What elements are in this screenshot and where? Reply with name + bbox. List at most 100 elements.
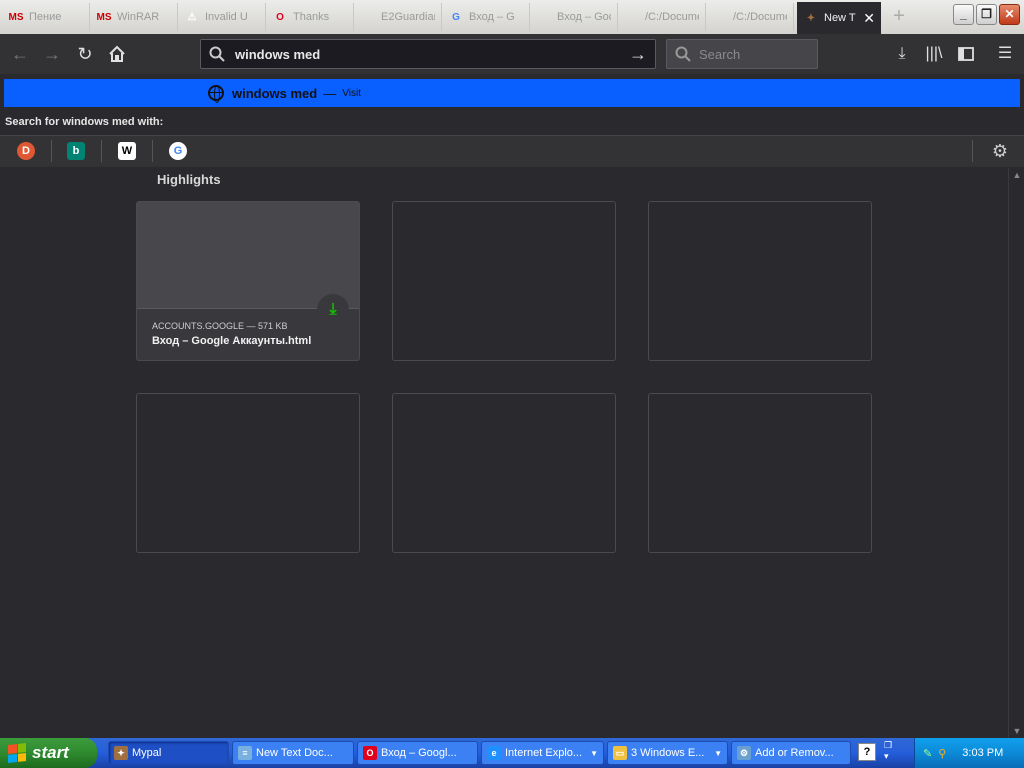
tray-network-icon[interactable]: ✎ <box>923 747 932 760</box>
suggestion-text: windows med <box>232 85 318 101</box>
taskbar-app-icon: ▭ <box>613 746 627 760</box>
hamburger-menu-icon: ☰ <box>997 45 1013 62</box>
new-tab-page: Highlights ⤓ ACCOUNTS.GOOGLE — 571 KB Вх… <box>0 168 1008 738</box>
taskbar-app-icon: ✦ <box>114 746 128 760</box>
back-button[interactable]: ← <box>8 42 32 66</box>
highlight-card[interactable]: ⤓ ACCOUNTS.GOOGLE — 571 KB Вход – Google… <box>136 201 360 361</box>
taskbar-label: Internet Explo... <box>505 747 583 759</box>
taskbar-label: Add or Remov... <box>755 747 834 759</box>
search-bar[interactable] <box>666 39 818 69</box>
forward-button[interactable]: → <box>40 42 64 66</box>
download-badge-icon: ⤓ <box>317 294 349 326</box>
browser-tab[interactable]: E2Guardian <box>354 3 442 31</box>
card-title: Вход – Google Аккаунты.html <box>152 335 312 347</box>
browser-tab[interactable]: MS Пение <box>2 3 90 31</box>
taskbar-label: New Text Doc... <box>256 747 333 759</box>
url-input-value[interactable]: windows med <box>235 47 320 62</box>
search-icon <box>675 46 691 62</box>
download-icon: ⤓ <box>898 45 906 62</box>
empty-card <box>392 393 616 553</box>
chevron-down-icon: ▼ <box>590 748 598 758</box>
card-meta: ACCOUNTS.GOOGLE — 571 KB <box>152 321 288 331</box>
scroll-down-icon[interactable]: ▼ <box>1011 726 1023 736</box>
browser-tab[interactable]: ✦ New T ✕ <box>797 2 881 34</box>
tab-label: Пение <box>29 11 62 23</box>
browser-tab[interactable]: /C:/Documen <box>706 3 794 31</box>
nav-toolbar: ← → ↻ windows med → ⤓ |||\ ☰ <box>0 34 1024 74</box>
restore-button[interactable]: ❐ <box>976 4 997 25</box>
browser-tab[interactable]: ⚠ Invalid U <box>178 3 266 31</box>
suggestion-dash: — <box>323 85 337 101</box>
taskbar-label: 3 Windows E... <box>631 747 705 759</box>
tab-label: /C:/Documen <box>733 11 787 23</box>
search-with-label: Search for windows med with: <box>5 116 164 128</box>
wikipedia-engine-icon[interactable]: W <box>118 142 136 160</box>
engine-separator <box>152 140 153 162</box>
search-input[interactable] <box>699 46 809 62</box>
start-label: start <box>32 743 69 762</box>
taskbar-button[interactable]: O Вход – Googl... <box>357 741 478 765</box>
suggestion-row[interactable]: windows med — Visit <box>4 79 1020 107</box>
url-bar[interactable]: windows med → <box>200 39 656 69</box>
downloads-button[interactable]: ⤓ <box>890 42 914 66</box>
system-tray: ✎ ⚲ 3:03 PM <box>914 738 1024 768</box>
taskbar-app-icon: ≡ <box>238 746 252 760</box>
tray-search-icon[interactable]: ⚲ <box>938 747 946 760</box>
help-icon[interactable]: ? <box>858 743 876 761</box>
tab-favicon-icon <box>712 9 728 25</box>
search-engines-bar: Db W G ⚙ <box>0 135 1024 167</box>
taskbar-app-icon: O <box>363 746 377 760</box>
tab-label: New T <box>824 12 856 24</box>
taskbar-button[interactable]: ▭ 3 Windows E... ▼ <box>607 741 728 765</box>
tab-label: E2Guardian <box>381 11 435 23</box>
tab-label: /C:/Documen <box>645 11 699 23</box>
taskbar-button[interactable]: ⚙ Add or Remov... <box>731 741 851 765</box>
home-icon <box>109 45 125 62</box>
start-button[interactable]: start <box>0 738 97 768</box>
taskbar-button[interactable]: ✦ Mypal <box>108 741 229 765</box>
chevron-down-icon: ▼ <box>714 748 722 758</box>
new-tab-button[interactable]: + <box>886 5 912 29</box>
browser-tab[interactable]: G Вход – G <box>442 3 530 31</box>
reload-button[interactable]: ↻ <box>73 42 97 66</box>
tab-favicon-icon <box>360 9 376 25</box>
tab-favicon-icon <box>536 9 552 25</box>
scroll-up-icon[interactable]: ▲ <box>1011 170 1023 180</box>
go-arrow-icon[interactable]: → <box>629 44 647 65</box>
tab-favicon-icon: MS <box>96 11 112 23</box>
taskbar-label: Вход – Googl... <box>381 747 457 759</box>
restore-small-icon[interactable]: ❐ ▾ <box>884 740 892 762</box>
browser-tab[interactable]: /C:/Documen <box>618 3 706 31</box>
tab-label: Thanks <box>293 11 330 23</box>
google-engine-icon[interactable]: G <box>169 142 187 160</box>
reload-icon: ↻ <box>77 44 93 64</box>
clock: 3:03 PM <box>962 747 1004 759</box>
tab-favicon-icon: O <box>276 11 284 23</box>
tab-favicon-icon <box>624 9 640 25</box>
empty-card <box>136 393 360 553</box>
url-dropdown: windows med — Visit Search for windows m… <box>0 74 1024 168</box>
taskbar-button[interactable]: ≡ New Text Doc... <box>232 741 354 765</box>
browser-tab[interactable]: MS WinRAR <box>90 3 178 31</box>
empty-card <box>648 393 872 553</box>
sidebar-button[interactable] <box>954 42 978 66</box>
tab-close-icon[interactable]: ✕ <box>863 10 875 27</box>
tab-favicon-icon: G <box>452 11 460 23</box>
library-icon: |||\ <box>925 45 943 62</box>
menu-button[interactable]: ☰ <box>993 42 1017 66</box>
tab-strip: MS Пение MS WinRAR ⚠ Invalid U O Thanks E2Guardi… <box>0 0 1024 34</box>
taskbar-button[interactable]: e Internet Explo... ▼ <box>481 741 604 765</box>
vertical-scrollbar[interactable]: ▲ ▼ <box>1008 168 1024 738</box>
bing-engine-icon[interactable]: b <box>67 142 85 160</box>
windows-logo-icon <box>8 743 26 763</box>
forward-arrow-icon: → <box>43 44 61 64</box>
duckduckgo-engine-icon[interactable]: D <box>17 142 35 160</box>
minimize-button[interactable]: _ <box>953 4 974 25</box>
home-button[interactable] <box>105 42 129 66</box>
browser-tab[interactable]: Вход – Goog <box>530 3 618 31</box>
browser-tab[interactable]: O Thanks <box>266 3 354 31</box>
gear-icon[interactable]: ⚙ <box>992 141 1008 162</box>
library-button[interactable]: |||\ <box>922 42 946 66</box>
section-title: Highlights <box>157 172 221 187</box>
close-window-button[interactable]: ✕ <box>999 4 1020 25</box>
